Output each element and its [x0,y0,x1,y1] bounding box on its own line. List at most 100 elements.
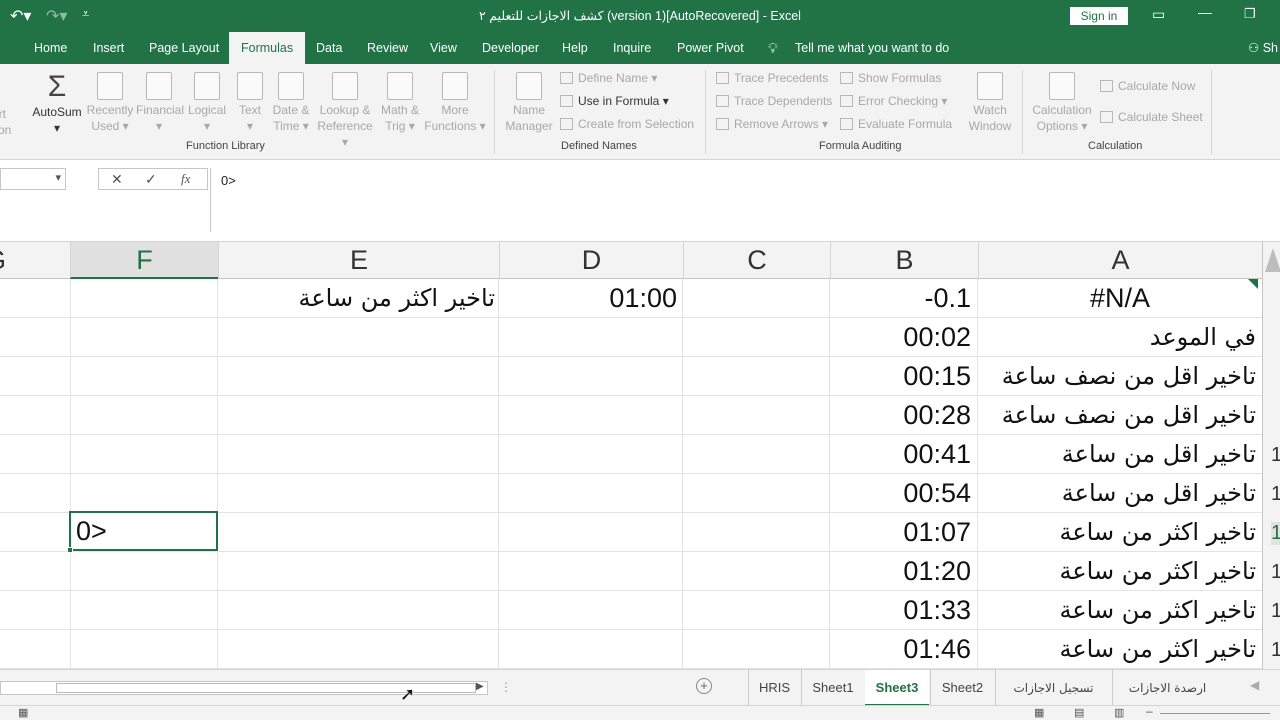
page-break-view-icon[interactable]: ▥ [1114,706,1124,719]
tab-view[interactable]: View [430,32,457,64]
tab-help[interactable]: Help [562,32,588,64]
cell-d1[interactable]: 01:00 [499,279,677,317]
financial-button[interactable]: Financial ▾ [136,72,184,134]
insert-function-icon[interactable]: fx [181,171,190,187]
evaluate-formula-button[interactable]: Evaluate Formula [840,116,952,132]
restore-icon[interactable]: ❐ [1244,6,1256,22]
cell-a7[interactable]: تاخير اكثر من ساعة [978,513,1256,551]
customize-qat-icon[interactable]: ⩡ [82,6,89,22]
cell-a8[interactable]: تاخير اكثر من ساعة [978,552,1256,590]
cancel-icon[interactable]: ✕ [111,171,123,188]
calculate-sheet-button[interactable]: Calculate Sheet [1100,109,1203,125]
sheet-tab-sheet3[interactable]: Sheet3 [865,670,929,706]
split-handle-icon[interactable]: ⋮ [500,680,512,694]
name-manager-button[interactable]: Name Manager [502,72,556,134]
cell-a10[interactable]: تاخير اكثر من ساعة [978,630,1256,668]
cell-a3[interactable]: تاخير اقل من نصف ساعة [978,357,1256,395]
text-button[interactable]: Text ▾ [234,72,266,134]
calculation-options-button[interactable]: Calculation Options ▾ [1030,72,1094,134]
tab-home[interactable]: Home [34,32,67,64]
sheet-tab-hris[interactable]: HRIS [748,670,800,706]
name-box[interactable]: ▾ [0,168,66,190]
row-number[interactable]: 1 [1271,483,1280,506]
error-checking-button[interactable]: Error Checking ▾ [840,93,947,109]
cell-b8[interactable]: 01:20 [830,552,971,590]
use-in-formula-button[interactable]: Use in Formula ▾ [560,93,669,109]
undo-icon[interactable]: ↶▾ [10,6,31,26]
cell-a4[interactable]: تاخير اقل من نصف ساعة [978,396,1256,434]
cell-b7[interactable]: 01:07 [830,513,971,551]
fill-handle[interactable] [67,547,73,553]
date-time-button[interactable]: Date & Time ▾ [268,72,314,134]
column-header-e[interactable]: E [218,242,499,279]
autosum-button[interactable]: Σ AutoSum ▾ [28,70,86,136]
tab-formulas[interactable]: Formulas [229,32,306,64]
scroll-up-icon[interactable] [1265,248,1280,272]
cell-b10[interactable]: 01:46 [830,630,971,668]
ribbon-display-icon[interactable]: ▭ [1152,6,1165,23]
enter-icon[interactable]: ✓ [145,171,157,188]
formula-input[interactable]: 0> [210,168,1280,232]
trace-dependents-button[interactable]: Trace Dependents [716,93,832,109]
zoom-out-icon[interactable]: – [1146,704,1153,718]
cell-b6[interactable]: 00:54 [830,474,971,512]
tab-power-pivot[interactable]: Power Pivot [677,32,744,64]
trace-precedents-button[interactable]: Trace Precedents [716,70,828,86]
sheet-tab-leave-register[interactable]: تسجيل الاجازات [995,670,1111,706]
chevron-down-icon[interactable]: ▾ [55,171,61,184]
row-number[interactable]: 1 [1271,639,1280,662]
insert-function-button[interactable]: ert tion [0,106,18,138]
cell-a1[interactable]: #N/A [978,279,1262,317]
cell-b4[interactable]: 00:28 [830,396,971,434]
sheet-tab-sheet1[interactable]: Sheet1 [801,670,864,706]
cell-b2[interactable]: 00:02 [830,318,971,356]
minimize-icon[interactable]: — [1198,4,1212,20]
tab-insert[interactable]: Insert [93,32,124,64]
tab-inquire[interactable]: Inquire [613,32,651,64]
cell-a6[interactable]: تاخير اقل من ساعة [978,474,1256,512]
lookup-reference-button[interactable]: Lookup & Reference ▾ [314,72,376,150]
cell-b5[interactable]: 00:41 [830,435,971,473]
cell-b3[interactable]: 00:15 [830,357,971,395]
math-trig-button[interactable]: Math & Trig ▾ [376,72,424,134]
tell-me-search[interactable]: Tell me what you want to do [795,32,949,64]
watch-window-button[interactable]: Watch Window [964,72,1016,134]
more-functions-button[interactable]: More Functions ▾ [424,72,486,134]
define-name-button[interactable]: Define Name ▾ [560,70,657,86]
logical-button[interactable]: Logical ▾ [186,72,228,134]
page-layout-view-icon[interactable]: ▤ [1074,706,1084,719]
cell-b9[interactable]: 01:33 [830,591,971,629]
cell-a5[interactable]: تاخير اقل من ساعة [978,435,1256,473]
column-header-g[interactable]: G [0,242,70,279]
column-header-c[interactable]: C [683,242,830,279]
sheet-tab-leave-balances[interactable]: ارصدة الاجازات [1112,670,1222,706]
row-number[interactable]: 1 [1271,561,1280,584]
sheet-scroll-icon[interactable]: ◀ [1250,678,1259,692]
tab-review[interactable]: Review [367,32,408,64]
tab-page-layout[interactable]: Page Layout [149,32,219,64]
show-formulas-button[interactable]: Show Formulas [840,70,941,86]
tab-data[interactable]: Data [316,32,342,64]
column-header-d[interactable]: D [499,242,683,279]
row-number[interactable]: 1 [1271,522,1280,545]
column-header-f[interactable]: F [70,242,218,279]
create-from-selection-button[interactable]: Create from Selection [560,116,694,132]
macro-record-icon[interactable]: ▦ [18,706,28,719]
active-cell-f7[interactable]: 0> [69,511,218,551]
redo-icon[interactable]: ↷▾ [46,6,67,26]
sheet-grid[interactable]: #N/A في الموعد تاخير اقل من نصف ساعة تاخ… [0,279,1262,669]
cell-a9[interactable]: تاخير اكثر من ساعة [978,591,1256,629]
error-indicator-icon[interactable] [1248,279,1258,289]
scroll-right-icon[interactable]: ▶ [476,681,484,692]
cell-e1[interactable]: تاخير اكثر من ساعة [218,279,495,317]
cell-a2[interactable]: في الموعد [978,318,1256,356]
new-sheet-icon[interactable]: + [696,678,712,694]
remove-arrows-button[interactable]: Remove Arrows ▾ [716,116,828,132]
column-header-a[interactable]: A [978,242,1262,279]
cell-b1[interactable]: -0.1 [830,279,971,317]
normal-view-icon[interactable]: ▦ [1034,706,1044,719]
tab-developer[interactable]: Developer [482,32,539,64]
recently-used-button[interactable]: Recently Used ▾ [86,72,134,134]
row-number[interactable]: 1 [1271,444,1280,467]
column-header-b[interactable]: B [830,242,978,279]
